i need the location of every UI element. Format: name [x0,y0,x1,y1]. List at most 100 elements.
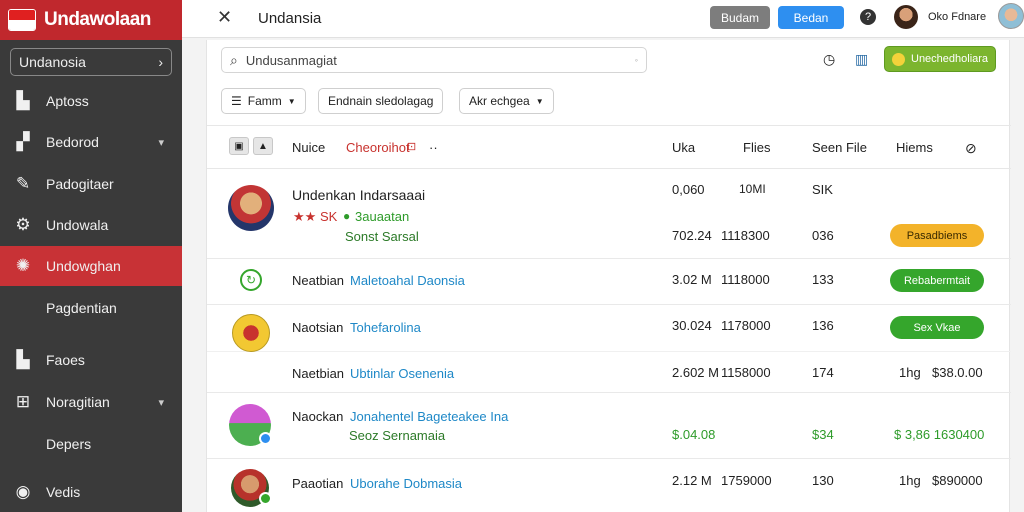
wrench-icon: ✎ [15,174,31,193]
chevron-down-icon: ▼ [535,96,544,106]
row-link[interactable]: Maletoahal Daonsia [350,273,465,288]
grey-button[interactable]: Budam [710,6,770,29]
tag-icon[interactable]: ⊡ [407,140,416,153]
table-row[interactable]: Paaotian Uborahe Dobmasia 2.12 M 1759000… [207,460,1011,512]
org-selector[interactable]: Undanosia › [10,48,172,76]
clock-icon[interactable]: ◷ [823,51,835,68]
cell-files: 1118300 [721,228,770,243]
table-row[interactable]: Naockan Jonahentel Bageteakee Ina Seoz S… [207,394,1011,459]
list-icon: ☰ [231,94,242,108]
sidebar-item-padogitaer[interactable]: ✎ Padogitaer [0,164,182,204]
sidebar-item-pagdentian[interactable]: Pagdentian [0,288,182,328]
search-icon: ⌕ [230,51,238,68]
cell-uka: 702.24 [672,228,712,243]
org-selector-value: Undanosia [19,54,86,70]
sidebar-item-faoes[interactable]: ▙ Faoes [0,340,182,380]
chevron-down-icon: ▾ [158,136,164,149]
cell-uka: 3.02 M [672,272,712,287]
gear-icon: ⚙ [15,215,31,234]
cell-seen-a: SIK [812,182,833,197]
filter-endnain[interactable]: Endnain sledolagag [318,88,444,114]
sidebar-item-undowala[interactable]: ⚙ Undowala [0,205,182,245]
row-link[interactable]: Uborahe Dobmasia [350,476,462,491]
close-icon[interactable]: ✕ [217,7,232,28]
cell-files-a: 10MI [739,182,766,196]
filter-label: Akr echgea [469,94,530,108]
top-bar: ✕ Undansia Budam Bedan ? Oko Fdnare [182,0,1024,38]
more-icon[interactable]: ·· [429,140,438,155]
chevron-down-icon: ▼ [287,96,296,106]
flag-icon [8,9,36,31]
row-sub: Sonst Sarsal [345,229,419,244]
status-pill[interactable]: Pasadbiems [890,224,984,247]
verified-badge-icon [259,432,272,445]
plus-box-icon: ⊞ [15,392,31,411]
user-name[interactable]: Oko Fdnare [928,11,986,23]
thumb-icon[interactable]: ▲ [253,137,273,155]
help-icon[interactable]: ? [860,9,876,25]
sidebar-item-label: Padogitaer [46,176,114,192]
primary-action-label: Unechedholiara [911,53,989,65]
cell-seen: $34 [812,427,834,442]
sidebar-item-noragitian[interactable]: ⊞ Noragitian ▾ [0,382,182,422]
col-tag[interactable]: Cheoroihot [346,140,410,155]
sidebar-item-label: Depers [46,436,92,452]
blue-button[interactable]: Bedan [778,6,844,29]
trash-icon[interactable]: ▥ [855,51,868,68]
row-prefix: Naetbian [292,366,345,381]
status-pill[interactable]: Sex Vkae [890,316,984,339]
settings-icon[interactable]: ⊘ [965,140,977,157]
col-items[interactable]: Hiems [896,140,933,155]
coin-icon [892,52,905,66]
cell-seen: 136 [812,318,834,333]
col-seen[interactable]: Seen File [812,140,867,155]
sidebar-item-label: Faoes [46,352,85,368]
refresh-icon: ↻ [240,269,262,291]
row-link[interactable]: Ubtinlar Osenenia [350,366,454,381]
sidebar-item-label: Pagdentian [46,300,117,316]
avatar[interactable] [894,5,918,29]
rating-stars: ★★ [293,209,317,224]
sidebar-item-aptoss[interactable]: ▙ Aptoss [0,81,182,121]
table-row[interactable]: Naetbian Ubtinlar Osenenia 2.602 M 11580… [207,353,1011,393]
clear-icon[interactable]: ◦ [635,55,638,65]
col-name[interactable]: Nuice [292,140,325,155]
col-uka[interactable]: Uka [672,140,695,155]
col-files[interactable]: Flies [743,140,770,155]
emblem-icon [232,314,270,352]
org-icon: ▞ [16,132,30,151]
status-pill[interactable]: Rebabermtait [890,269,984,292]
table-row[interactable]: Naotsian Tohefarolina 30.024 1178000 136… [207,306,1011,352]
sidebar-item-vedis[interactable]: ◉ Vedis [0,472,182,512]
select-all-checkbox[interactable]: ▣ [229,137,249,155]
cell-uka: 2.12 M [672,473,712,488]
row-prefix: Naockan [292,409,344,424]
sidebar-item-undowghan[interactable]: ✺ Undowghan [0,246,182,286]
filter-akr[interactable]: Akr echgea ▼ [459,88,554,114]
search-box[interactable]: ⌕ Undusanmagiat ◦ [221,47,647,73]
search-input[interactable]: Undusanmagiat [246,53,337,68]
cell-files: 1178000 [721,318,771,333]
avatar [228,185,274,231]
sidebar-item-depers[interactable]: Depers [0,424,182,464]
table-row[interactable]: ↻ Neatbian Maletoahal Daonsia 3.02 M 111… [207,260,1011,305]
sidebar-item-bedorod[interactable]: ▞ Bedorod ▾ [0,122,182,162]
avatar[interactable] [998,3,1024,29]
cell-amount: $38.0.00 [932,365,983,380]
cell-files: 1759000 [721,473,772,488]
brand: Undawolaan [0,0,182,40]
cell-uka: 2.602 M [672,365,719,380]
row-link[interactable]: Jonahentel Bageteakee Ina [350,409,508,424]
cell-uka: 30.024 [672,318,712,333]
row-sub: Seoz Sernamaia [349,428,446,443]
cell-seen: 130 [812,473,834,488]
primary-action-button[interactable]: Unechedholiara [884,46,996,72]
row-link[interactable]: Tohefarolina [350,320,421,335]
table-row[interactable]: Undenkan Indarsaaai ★★ SK ● 3auaatan Son… [207,170,1011,259]
filter-famm[interactable]: ☰ Famm ▼ [221,88,306,114]
status-dot-icon: ● [343,209,351,223]
cell-items: 1hg [899,473,921,488]
sidebar-item-label: Undowghan [46,258,121,274]
row-title: Undenkan Indarsaaai [292,187,426,203]
filter-label: Endnain sledolagag [328,94,434,108]
